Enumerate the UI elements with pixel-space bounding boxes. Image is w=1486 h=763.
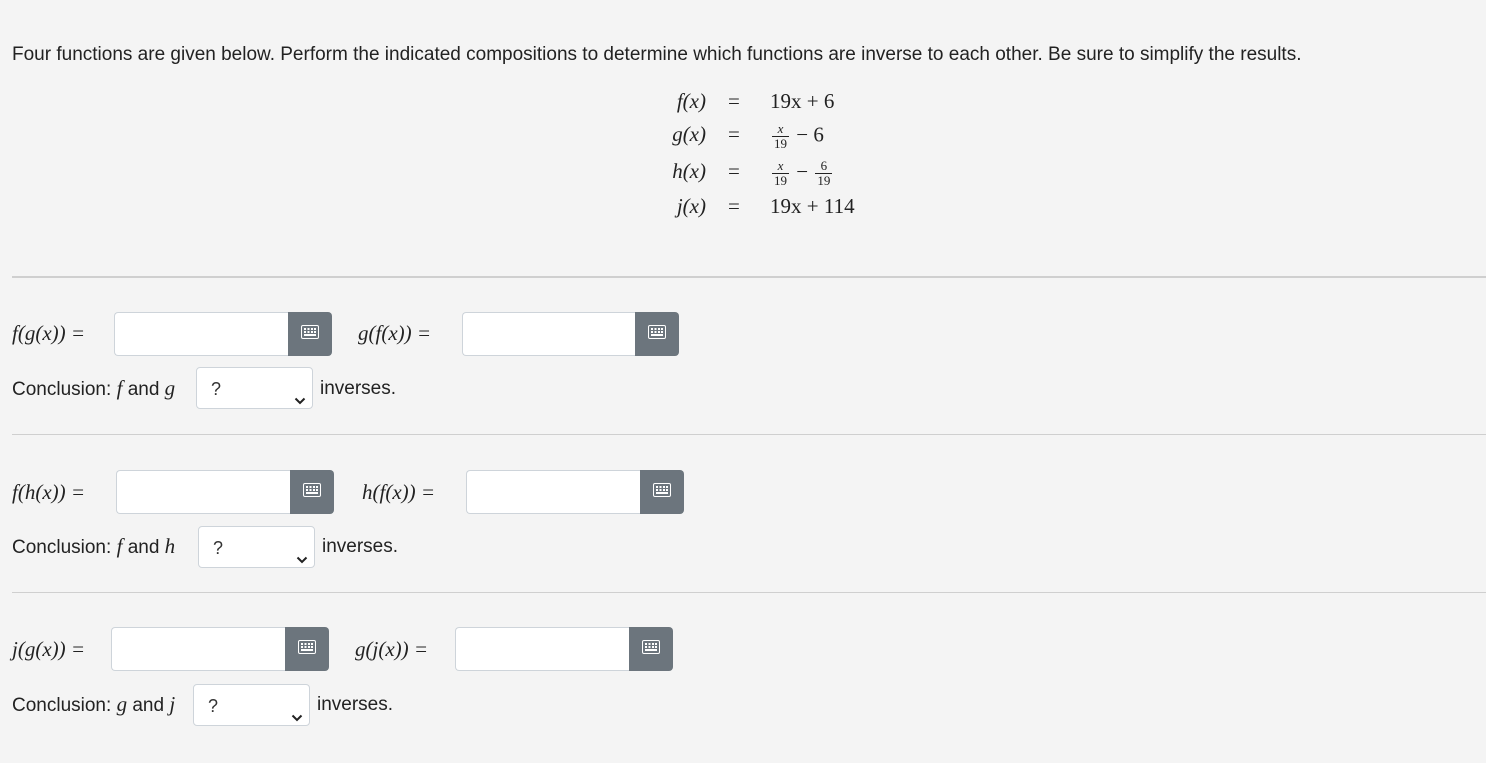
- keyboard-button[interactable]: [640, 470, 684, 514]
- answer-input-fg[interactable]: [114, 312, 288, 356]
- definition-rhs: x 19 − 6 19: [770, 159, 834, 188]
- definition-equals: =: [728, 194, 740, 218]
- denominator: 19: [817, 173, 831, 188]
- keyboard-button[interactable]: [290, 470, 334, 514]
- fraction: x 19: [772, 122, 789, 151]
- keyboard-button[interactable]: [635, 312, 679, 356]
- answer-group-gf: [462, 312, 679, 356]
- definition-equals: =: [728, 159, 740, 183]
- definition-tail: − 6: [796, 122, 824, 147]
- select-value: ?: [211, 379, 222, 399]
- composition-label-fh: f(h(x)) =: [12, 480, 86, 504]
- answer-input-gf[interactable]: [462, 312, 635, 356]
- definition-rhs: x 19 − 6: [770, 122, 824, 151]
- answer-input-jg[interactable]: [111, 627, 285, 671]
- composition-label-gf: g(f(x)) =: [358, 321, 432, 345]
- answer-input-fh[interactable]: [116, 470, 290, 514]
- conclusion-fg: Conclusion: f and g: [12, 376, 175, 401]
- definition-rhs: 19x + 6: [770, 89, 835, 113]
- conclusion-suffix: inverses.: [322, 536, 399, 557]
- conclusion-conj: and: [127, 379, 160, 400]
- keyboard-icon: [298, 639, 316, 659]
- fraction: x 19: [772, 159, 789, 188]
- problem-prompt: Four functions are given below. Perform …: [12, 44, 1302, 65]
- fraction: 6 19: [815, 159, 833, 188]
- conclusion-conj: and: [127, 537, 160, 558]
- answer-group-hf: [466, 470, 684, 514]
- definition-rhs: 19x + 114: [770, 194, 855, 218]
- keyboard-icon: [303, 482, 321, 502]
- composition-label-hf: h(f(x)) =: [362, 480, 436, 504]
- definition-equals: =: [728, 122, 740, 146]
- conclusion-suffix: inverses.: [317, 694, 394, 715]
- conclusion-gj: Conclusion: g and j: [12, 692, 175, 717]
- divider: [12, 592, 1486, 593]
- chevron-down-icon: [294, 381, 306, 423]
- select-value: ?: [208, 696, 219, 716]
- conclusion-suffix: inverses.: [320, 378, 397, 399]
- inverse-select-fg[interactable]: ?: [196, 367, 313, 409]
- definition-lhs: h(x): [672, 159, 706, 183]
- denominator: 19: [774, 136, 787, 151]
- denominator: 19: [774, 173, 787, 188]
- definition-lhs: g(x): [672, 122, 706, 146]
- keyboard-icon: [653, 482, 671, 502]
- keyboard-button[interactable]: [285, 627, 329, 671]
- composition-label-gj: g(j(x)) =: [355, 637, 429, 661]
- keyboard-icon: [648, 324, 666, 344]
- divider: [12, 276, 1486, 278]
- conclusion-conj: and: [132, 695, 165, 716]
- answer-input-gj[interactable]: [455, 627, 629, 671]
- conclusion-fh: Conclusion: f and h: [12, 534, 175, 559]
- keyboard-button[interactable]: [288, 312, 332, 356]
- keyboard-icon: [642, 639, 660, 659]
- conclusion-var2: h: [164, 534, 176, 558]
- conclusion-prefix: Conclusion:: [12, 379, 112, 400]
- answer-group-gj: [455, 627, 673, 671]
- chevron-down-icon: [291, 698, 303, 740]
- definition-lhs: f(x): [676, 89, 706, 113]
- keyboard-button[interactable]: [629, 627, 673, 671]
- keyboard-icon: [301, 324, 319, 344]
- select-value: ?: [213, 538, 224, 558]
- numerator: x: [772, 122, 789, 137]
- answer-group-fh: [116, 470, 334, 514]
- conclusion-var2: j: [169, 692, 176, 716]
- chevron-down-icon: [296, 540, 308, 582]
- minus-sign: −: [796, 159, 809, 184]
- conclusion-var2: g: [164, 376, 176, 400]
- answer-input-hf[interactable]: [466, 470, 640, 514]
- composition-label-jg: j(g(x)) =: [12, 637, 86, 661]
- definition-lhs: j(x): [676, 194, 706, 218]
- conclusion-var1: f: [116, 376, 123, 400]
- conclusion-prefix: Conclusion:: [12, 537, 112, 558]
- divider: [12, 434, 1486, 435]
- numerator: 6: [815, 159, 833, 174]
- conclusion-var1: g: [116, 692, 128, 716]
- conclusion-var1: f: [116, 534, 123, 558]
- composition-label-fg: f(g(x)) =: [12, 321, 86, 345]
- numerator: x: [772, 159, 789, 174]
- conclusion-prefix: Conclusion:: [12, 695, 112, 716]
- definition-equals: =: [728, 89, 740, 113]
- inverse-select-fh[interactable]: ?: [198, 526, 315, 568]
- answer-group-jg: [111, 627, 329, 671]
- inverse-select-gj[interactable]: ?: [193, 684, 310, 726]
- answer-group-fg: [114, 312, 332, 356]
